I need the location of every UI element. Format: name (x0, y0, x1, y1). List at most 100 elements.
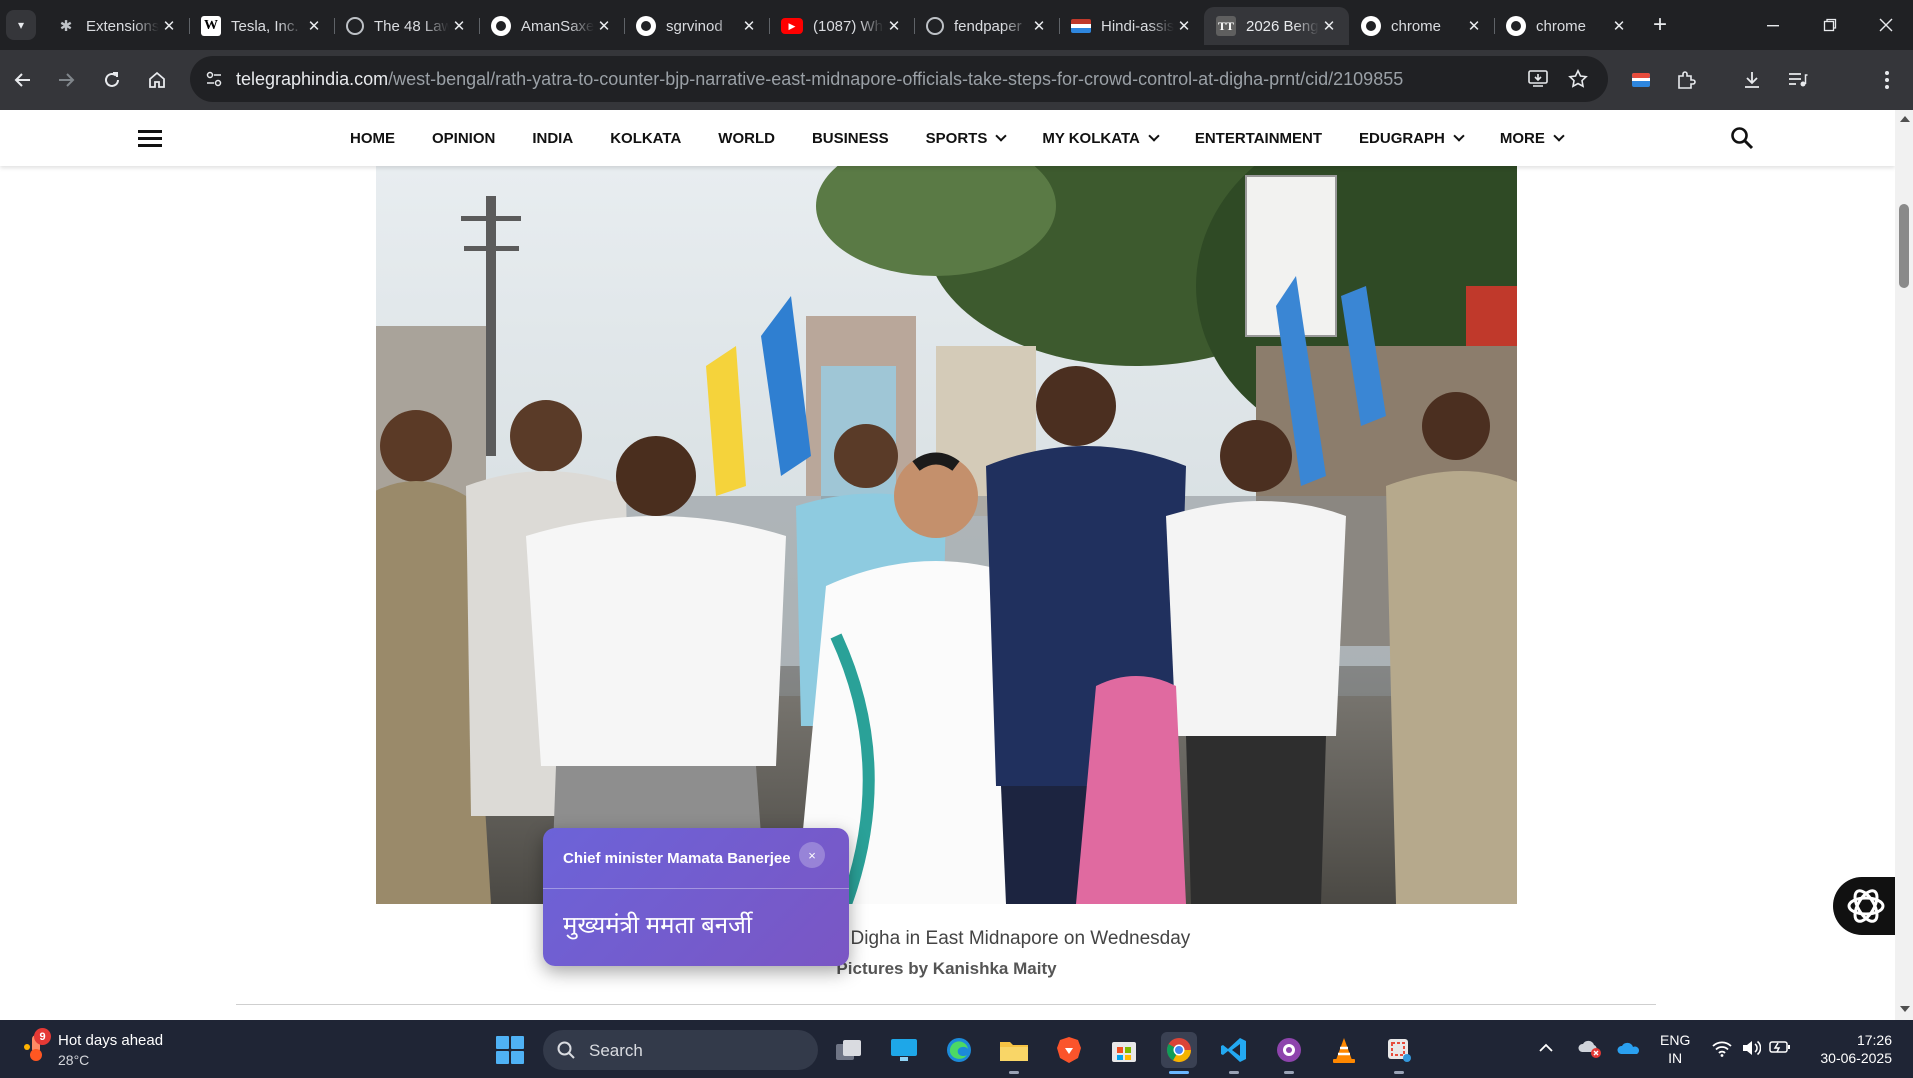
browser-menu-button[interactable] (1870, 63, 1904, 97)
tab-close-icon[interactable]: ✕ (1464, 16, 1484, 36)
install-app-icon[interactable] (1524, 65, 1552, 93)
extension-hindi-button[interactable] (1624, 63, 1658, 97)
nav-item-label: MORE (1499, 130, 1545, 147)
tab-close-icon[interactable]: ✕ (1174, 16, 1194, 36)
tab-title: chrome (1536, 17, 1587, 35)
nav-item-world[interactable]: WORLD (718, 130, 775, 147)
github-desktop-app[interactable] (1271, 1032, 1307, 1074)
vscode-app[interactable] (1216, 1032, 1252, 1074)
microsoft-store-app[interactable] (1106, 1032, 1142, 1068)
browser-tab[interactable]: ▶ (1087) WhatsApp✕ (769, 7, 914, 45)
browser-tab[interactable]: sgrvinod ✕ (624, 7, 769, 45)
browser-tab[interactable]: W Tesla, Inc. ✕ (189, 7, 334, 45)
nav-item-more[interactable]: MORE (1499, 130, 1565, 147)
tab-search-button[interactable]: ▾ (6, 10, 36, 40)
nav-item-label: WORLD (718, 130, 775, 147)
tab-close-icon[interactable]: ✕ (1319, 16, 1339, 36)
browser-tab[interactable]: fendpaper ✕ (914, 7, 1059, 45)
restore-button[interactable] (1800, 0, 1860, 50)
tab-close-icon[interactable]: ✕ (884, 16, 904, 36)
vlc-app[interactable] (1326, 1032, 1362, 1068)
nav-item-home[interactable]: HOME (350, 130, 395, 147)
nav-menu: HOME OPINION INDIA KOLKATA WORLD BUSINESS SPOR… (350, 130, 1600, 147)
tab-close-icon[interactable]: ✕ (739, 16, 759, 36)
site-info-icon[interactable] (200, 65, 228, 93)
chevron-down-icon (1453, 130, 1465, 142)
back-button[interactable] (6, 63, 40, 97)
new-tab-button[interactable]: + (1645, 10, 1675, 40)
nav-item-sports[interactable]: SPORTS (926, 130, 1007, 147)
tab-close-icon[interactable]: ✕ (594, 16, 614, 36)
minimize-button[interactable] (1743, 0, 1803, 50)
desktop-app[interactable] (886, 1032, 922, 1068)
browser-tab[interactable]: chrome ✕ (1494, 7, 1639, 45)
tab-close-icon[interactable]: ✕ (304, 16, 324, 36)
github-icon (1506, 16, 1526, 36)
chrome-app[interactable] (1161, 1032, 1197, 1074)
url-text[interactable]: telegraphindia.com/west-bengal/rath-yatr… (236, 69, 1403, 90)
nav-item-edugraph[interactable]: EDUGRAPH (1359, 130, 1465, 147)
folder-icon (1000, 1042, 1028, 1061)
file-explorer-app[interactable] (996, 1032, 1032, 1074)
site-search-icon[interactable] (1730, 126, 1754, 150)
browser-tab[interactable]: The 48 Laws✕ (334, 7, 479, 45)
start-button[interactable] (496, 1036, 524, 1064)
close-icon (1879, 18, 1893, 32)
scroll-down-arrow-icon[interactable] (1900, 1006, 1910, 1012)
bookmark-star-icon[interactable] (1564, 65, 1592, 93)
reload-button[interactable] (95, 63, 129, 97)
forward-arrow-icon (59, 73, 75, 87)
tray-chevron-up-icon[interactable] (1539, 1042, 1553, 1052)
globe-icon (346, 17, 364, 35)
media-controls-button[interactable] (1781, 63, 1815, 97)
tab-close-icon[interactable]: ✕ (1609, 16, 1629, 36)
address-bar[interactable]: telegraphindia.com/west-bengal/rath-yatr… (190, 56, 1608, 102)
nav-item-business[interactable]: BUSINESS (812, 130, 889, 147)
nav-item-opinion[interactable]: OPINION (432, 130, 495, 147)
translation-source-text: Chief minister Mamata Banerjee (563, 850, 791, 867)
popup-close-button[interactable]: × (799, 842, 825, 868)
edge-app[interactable] (941, 1032, 977, 1068)
chevron-down-icon (1148, 130, 1160, 142)
site-menu-icon[interactable] (138, 130, 162, 147)
battery-icon[interactable] (1769, 1040, 1791, 1054)
snipping-tool-app[interactable] (1381, 1032, 1417, 1074)
reload-icon (105, 72, 119, 87)
onedrive-cloud-icon[interactable] (1617, 1040, 1641, 1056)
browser-tab[interactable]: AmanSaxena✕ (479, 7, 624, 45)
close-window-button[interactable] (1856, 0, 1913, 50)
system-clock[interactable]: 17:26 30-06-2025 (1812, 1031, 1892, 1067)
tab-close-icon[interactable]: ✕ (159, 16, 179, 36)
nav-item-my-kolkata[interactable]: MY KOLKATA (1042, 130, 1160, 147)
downloads-button[interactable] (1735, 63, 1769, 97)
language-indicator[interactable]: ENG IN (1660, 1031, 1690, 1067)
download-icon (1745, 72, 1759, 88)
volume-icon[interactable] (1741, 1039, 1761, 1057)
brave-app[interactable] (1051, 1032, 1087, 1068)
tab-title: chrome (1391, 17, 1442, 35)
onedrive-error-icon[interactable] (1578, 1038, 1602, 1058)
task-view-app[interactable] (831, 1032, 867, 1068)
scrollbar-thumb[interactable] (1899, 204, 1909, 288)
browser-tab[interactable]: chrome ✕ (1349, 7, 1494, 45)
browser-tab[interactable]: ✱ Extensions ✕ (44, 7, 189, 45)
extensions-button[interactable] (1669, 63, 1703, 97)
search-icon (557, 1041, 575, 1059)
puzzle-icon: ✱ (59, 18, 73, 35)
tab-close-icon[interactable]: ✕ (449, 16, 469, 36)
page-scrollbar[interactable] (1895, 110, 1913, 1020)
nav-item-india[interactable]: INDIA (532, 130, 573, 147)
chatgpt-floating-button[interactable] (1833, 877, 1895, 935)
telegraph-icon: TT (1216, 16, 1236, 36)
home-button[interactable] (140, 63, 174, 97)
forward-button[interactable] (49, 63, 83, 97)
browser-tab[interactable]: Hindi-assistant✕ (1059, 7, 1204, 45)
taskbar-search[interactable]: Search (543, 1030, 818, 1070)
nav-item-entertainment[interactable]: ENTERTAINMENT (1195, 130, 1322, 147)
scroll-up-arrow-icon[interactable] (1900, 116, 1910, 122)
nav-item-label: INDIA (532, 130, 574, 147)
wifi-icon[interactable] (1712, 1039, 1732, 1057)
browser-tab[interactable]: TT 2026 Bengal✕ (1204, 7, 1349, 45)
tab-close-icon[interactable]: ✕ (1029, 16, 1049, 36)
nav-item-kolkata[interactable]: KOLKATA (610, 130, 681, 147)
